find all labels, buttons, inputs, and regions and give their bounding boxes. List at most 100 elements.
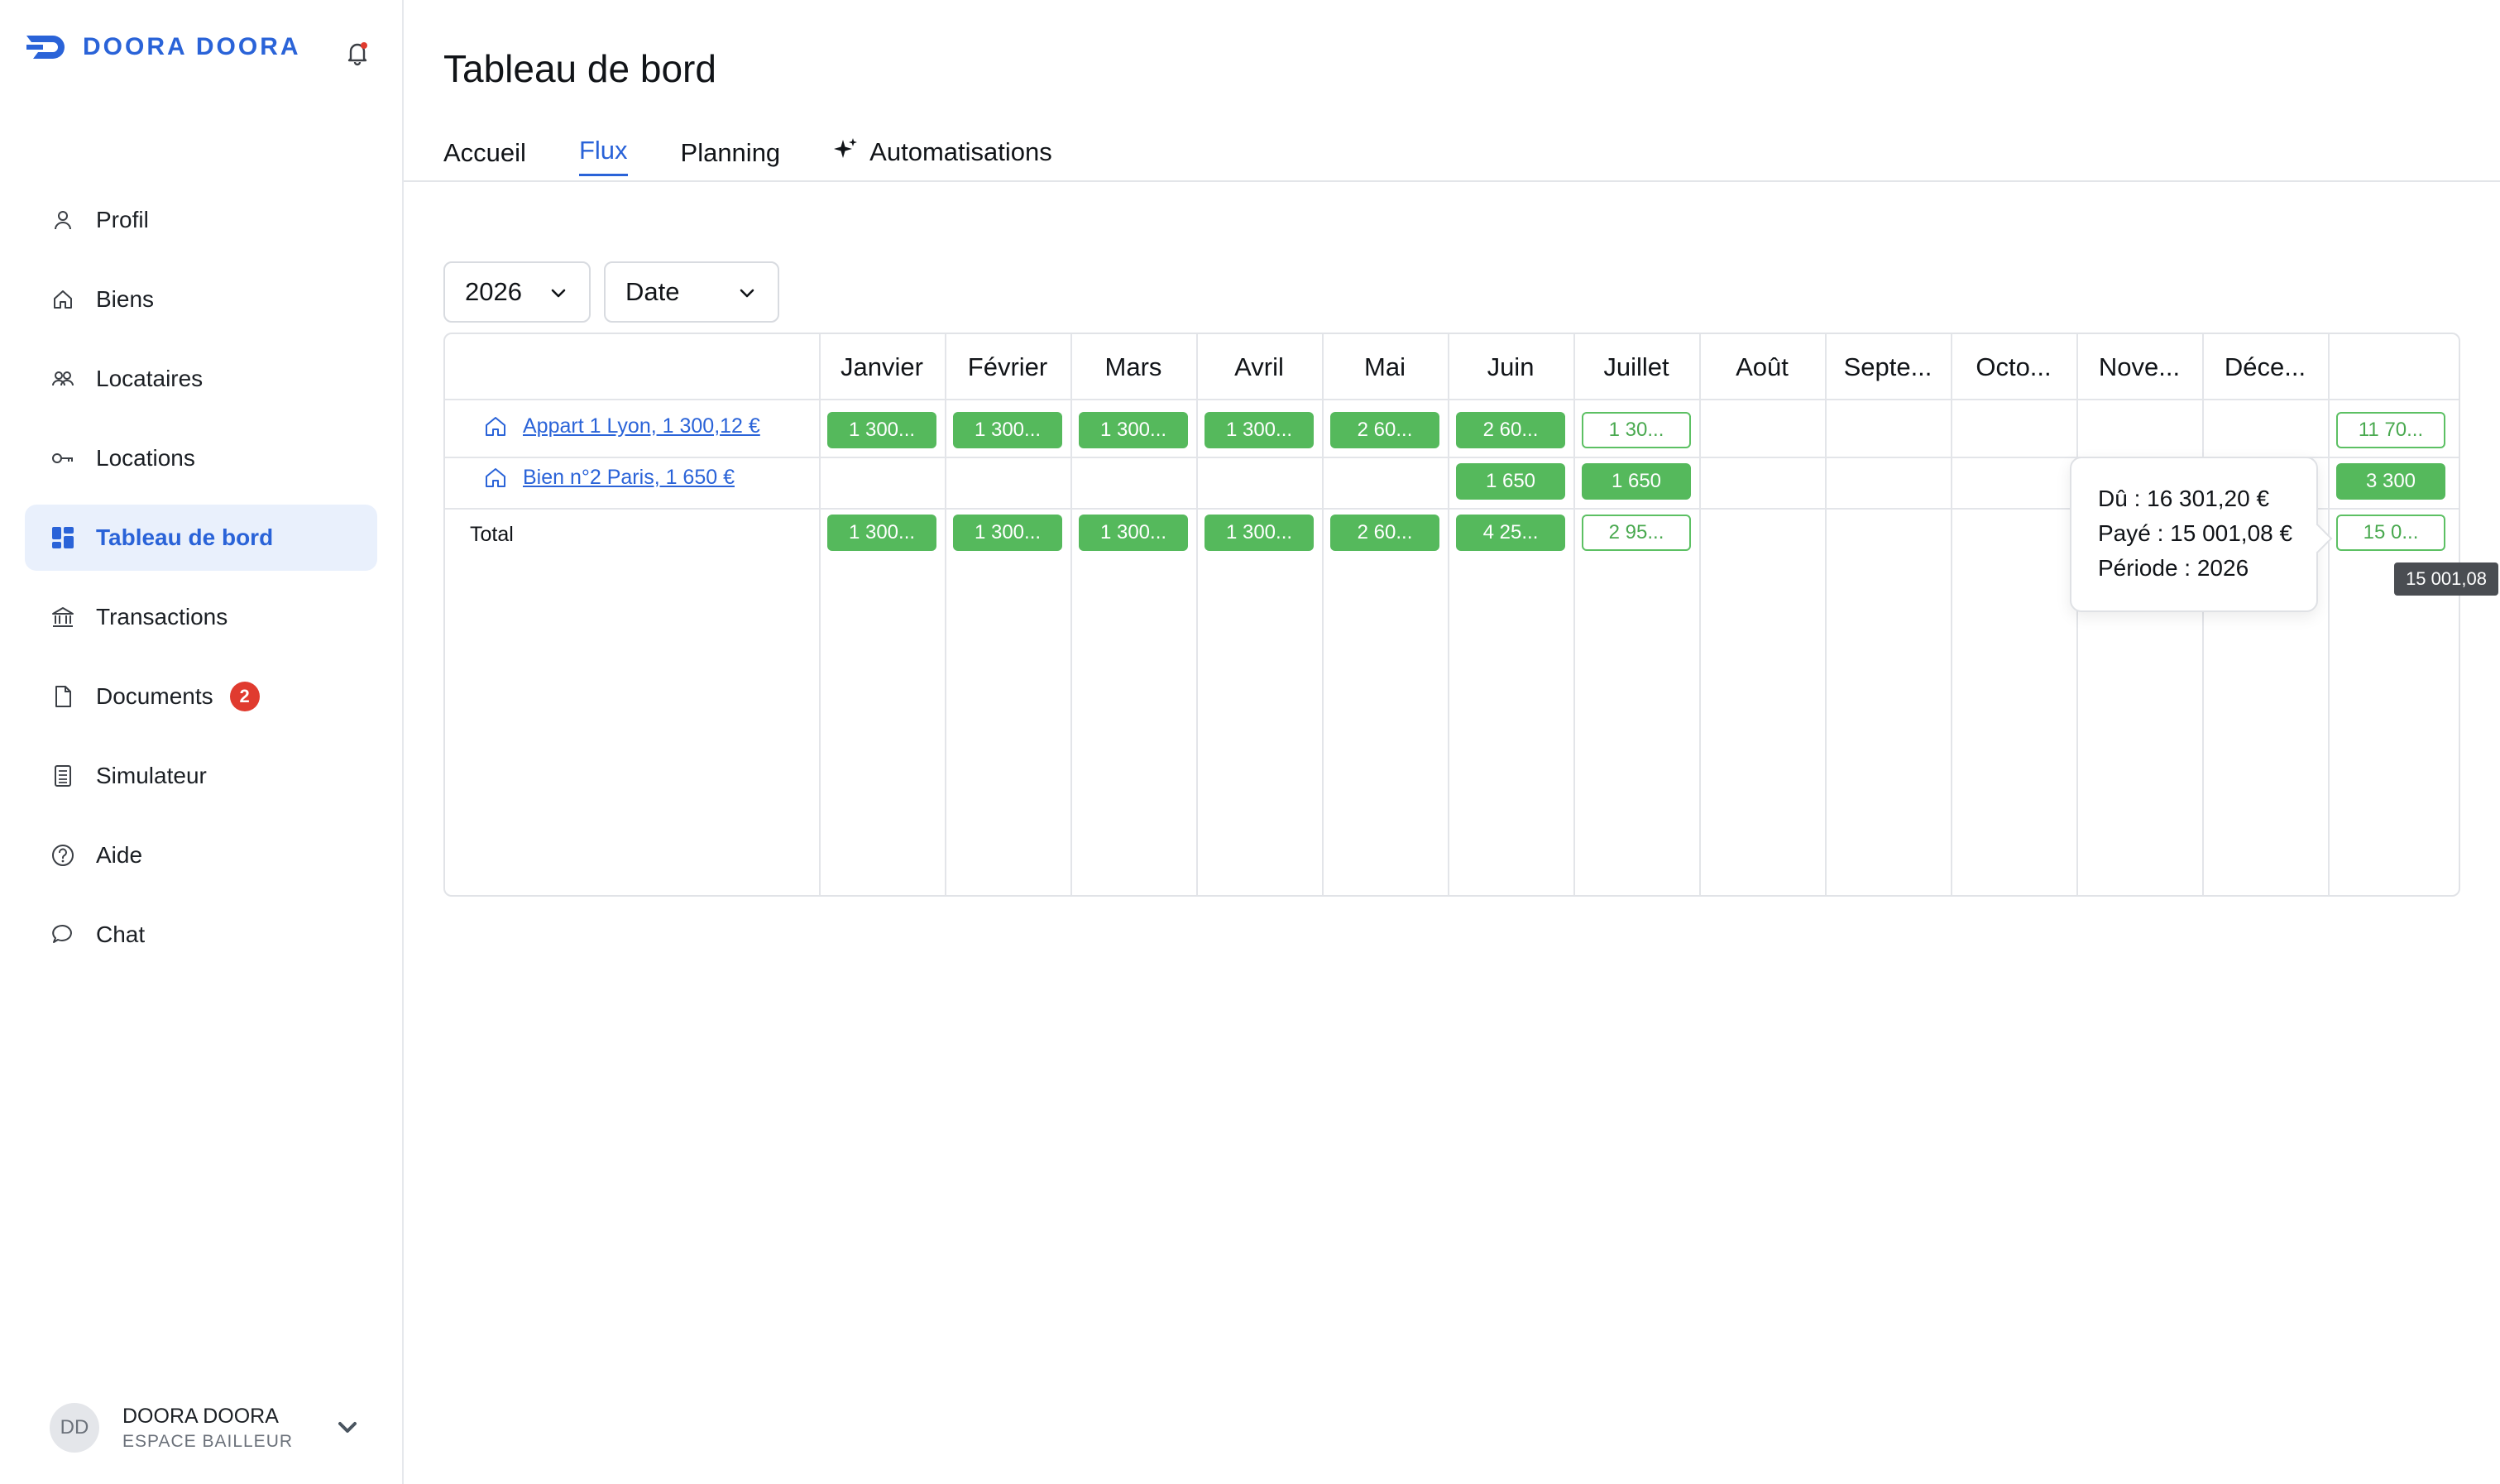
property-link[interactable]: Bien n°2 Paris, 1 650 € (523, 466, 735, 490)
doora-logo-icon (26, 36, 65, 59)
month-header: Avril (1234, 352, 1284, 381)
payment-cell[interactable]: 1 300... (953, 412, 1062, 448)
sidebar-item-label: Profil (96, 207, 149, 232)
avatar: DD (50, 1403, 99, 1453)
tooltip-due: Dû : 16 301,20 € (2098, 486, 2270, 511)
month-header: Septe... (1843, 352, 1932, 381)
month-header: Déce... (2224, 352, 2306, 381)
sort-select[interactable]: Date (604, 261, 779, 323)
sidebar-item-transactions[interactable]: Transactions (25, 584, 377, 650)
year-select-value: 2026 (465, 277, 522, 306)
tab-planning[interactable]: Planning (681, 138, 781, 176)
payment-cell[interactable]: 2 95... (1582, 515, 1691, 551)
documents-count-badge: 2 (229, 682, 260, 711)
payment-cell[interactable]: 1 300... (1205, 515, 1314, 551)
payment-tooltip: Dû : 16 301,20 € Payé : 15 001,08 € Péri… (2070, 457, 2333, 612)
row-total-cell[interactable]: 3 300 (2336, 463, 2445, 500)
sidebar-item-locataires[interactable]: Locataires (25, 346, 377, 412)
column-divider (2328, 334, 2330, 895)
sidebar: DOORA DOORA Profil Biens Locataires Loca… (0, 0, 404, 1484)
sidebar-item-label: Chat (96, 922, 146, 947)
user-info: DOORA DOORA ESPACE BAILLEUR (122, 1405, 293, 1452)
sidebar-item-label: Documents (96, 683, 213, 709)
sidebar-item-label: Tableau de bord (96, 524, 274, 550)
sidebar-item-chat[interactable]: Chat (25, 902, 377, 968)
calculator-icon (48, 761, 78, 791)
help-icon (48, 840, 78, 870)
payment-cell[interactable]: 1 300... (1079, 515, 1188, 551)
month-header: Mars (1104, 352, 1162, 381)
chevron-down-icon (735, 281, 759, 306)
sidebar-item-simulateur[interactable]: Simulateur (25, 743, 377, 809)
header-divider (445, 399, 2459, 400)
payment-cell[interactable]: 1 300... (953, 515, 1062, 551)
sort-select-value: Date (625, 277, 680, 306)
document-icon (48, 682, 78, 711)
sidebar-item-documents[interactable]: Documents 2 (25, 663, 377, 730)
month-header: Juin (1487, 352, 1535, 381)
payment-cell[interactable]: 1 30... (1582, 412, 1691, 448)
tooltip-period: Période : 2026 (2098, 555, 2249, 581)
month-header: Mai (1364, 352, 1406, 381)
tab-label: Accueil (443, 138, 526, 167)
month-header: Nove... (2098, 352, 2181, 381)
user-role: ESPACE BAILLEUR (122, 1431, 294, 1451)
tab-label: Flux (578, 136, 628, 165)
payment-cell[interactable]: 2 60... (1456, 412, 1565, 448)
column-divider (1825, 334, 1827, 895)
sidebar-item-label: Aide (96, 842, 143, 868)
row-total-cell[interactable]: 11 70... (2336, 412, 2445, 448)
sidebar-item-locations[interactable]: Locations (25, 425, 377, 491)
tabs: Accueil Flux Planning Automatisations (443, 136, 1105, 176)
column-divider (1951, 334, 1952, 895)
column-divider (2076, 334, 2078, 895)
cashflow-table: Appart 1 Lyon, 1 300,12 € Bien n°2 Paris… (443, 333, 2460, 897)
sidebar-item-biens[interactable]: Biens (25, 266, 377, 333)
payment-cell[interactable]: 1 650 (1582, 463, 1691, 500)
column-divider (1699, 334, 1701, 895)
hover-value-tooltip: 15 001,08 (2394, 562, 2498, 596)
user-menu[interactable]: DD DOORA DOORA ESPACE BAILLEUR (50, 1395, 364, 1461)
row-total-cell[interactable]: 15 0... (2336, 515, 2445, 551)
user-icon (48, 205, 78, 235)
users-icon (48, 364, 78, 394)
column-divider (2202, 334, 2204, 895)
sidebar-item-label: Locataires (96, 366, 204, 391)
home-icon (486, 468, 505, 487)
month-header: Juillet (1603, 352, 1669, 381)
month-header: Janvier (841, 352, 923, 381)
property-link[interactable]: Appart 1 Lyon, 1 300,12 € (523, 414, 760, 438)
payment-cell[interactable]: 1 300... (827, 412, 936, 448)
sidebar-item-label: Simulateur (96, 763, 207, 788)
payment-cell[interactable]: 1 300... (827, 515, 936, 551)
chevron-down-icon[interactable] (331, 1411, 364, 1444)
sidebar-item-aide[interactable]: Aide (25, 822, 377, 888)
user-name: DOORA DOORA (122, 1404, 279, 1428)
payment-cell[interactable]: 4 25... (1456, 515, 1565, 551)
payment-cell[interactable]: 2 60... (1330, 515, 1439, 551)
column-divider (945, 334, 946, 895)
payment-cell[interactable]: 1 300... (1205, 412, 1314, 448)
property-row-label[interactable]: Bien n°2 Paris, 1 650 € (483, 465, 735, 490)
column-divider (1196, 334, 1198, 895)
home-icon (486, 417, 505, 436)
sidebar-item-profil[interactable]: Profil (25, 187, 377, 253)
brand-logo[interactable]: DOORA DOORA (25, 33, 301, 61)
property-row-label[interactable]: Appart 1 Lyon, 1 300,12 € (483, 414, 760, 438)
year-select[interactable]: 2026 (443, 261, 591, 323)
payment-cell[interactable]: 1 650 (1456, 463, 1565, 500)
payment-cell[interactable]: 2 60... (1330, 412, 1439, 448)
tab-automatisations[interactable]: Automatisations (833, 136, 1052, 176)
chat-icon (48, 920, 78, 950)
bell-icon[interactable] (341, 36, 374, 69)
month-header: Février (967, 352, 1048, 381)
column-divider (1448, 334, 1449, 895)
key-icon (48, 443, 78, 473)
sidebar-item-label: Locations (96, 445, 195, 471)
payment-cell[interactable]: 1 300... (1079, 412, 1188, 448)
tab-flux[interactable]: Flux (578, 136, 628, 176)
tab-accueil[interactable]: Accueil (443, 138, 526, 176)
total-row-label: Total (470, 523, 514, 546)
page-title: Tableau de bord (443, 47, 716, 90)
sidebar-item-tableau-de-bord[interactable]: Tableau de bord (25, 505, 377, 571)
